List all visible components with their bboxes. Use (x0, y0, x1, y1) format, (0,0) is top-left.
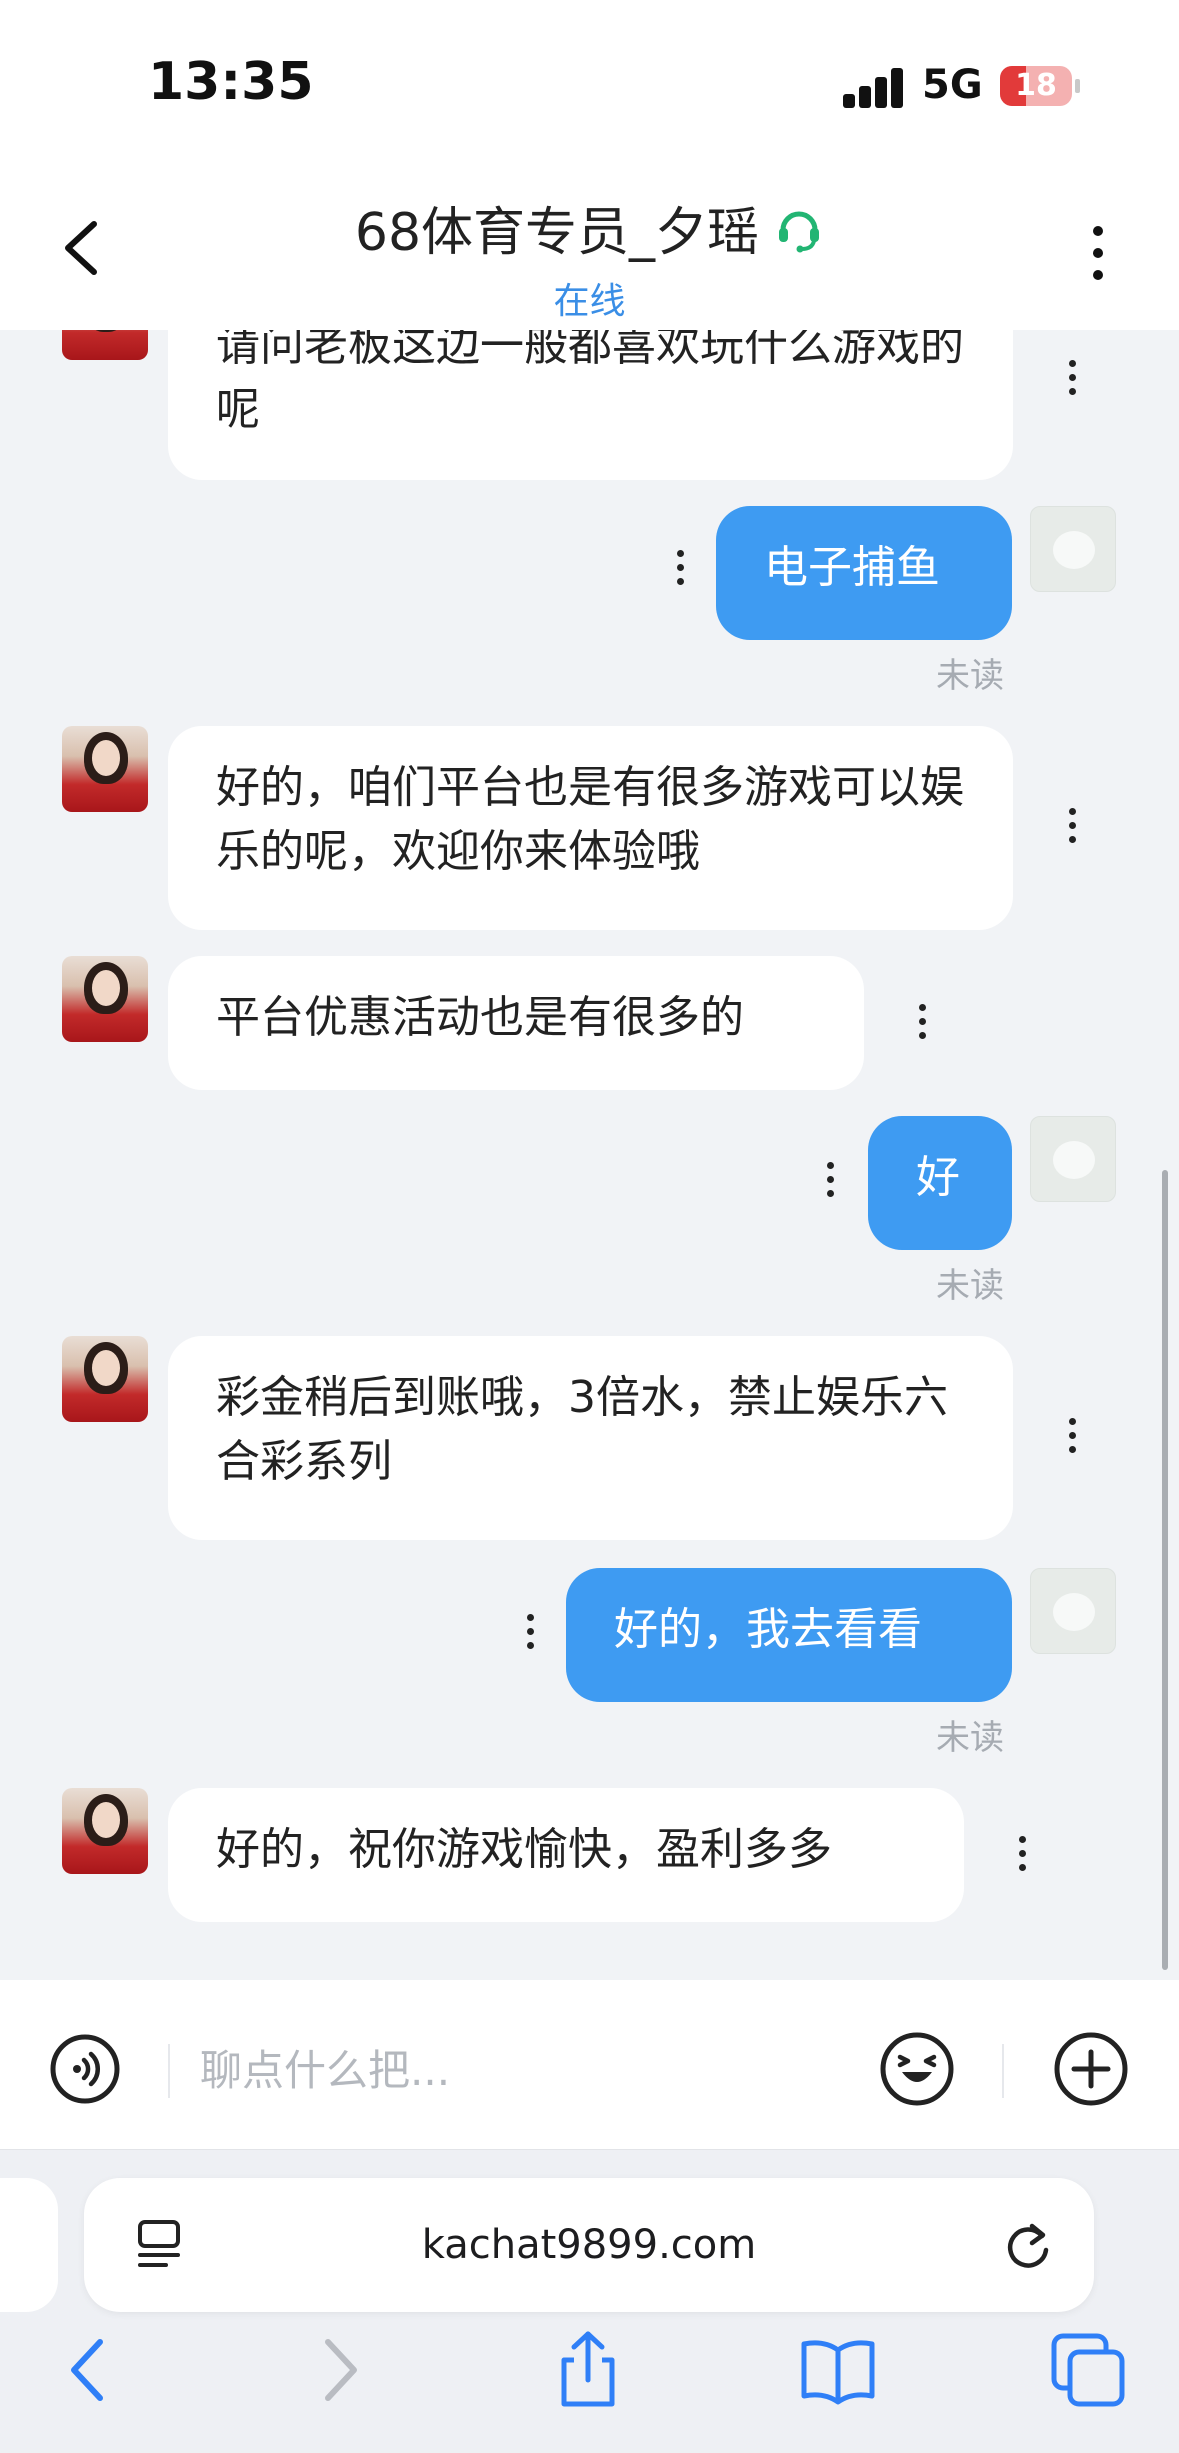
emoji-icon (880, 2032, 954, 2106)
scrollbar[interactable] (1162, 1170, 1168, 1970)
online-status: 在线 (553, 281, 626, 322)
agent-avatar[interactable] (62, 1336, 148, 1422)
message-bubble-incoming[interactable]: 好的，祝你游戏愉快，盈利多多 (168, 1788, 964, 1922)
browser-back-button[interactable] (48, 2330, 128, 2410)
tabs-icon (1051, 2333, 1125, 2407)
message-list[interactable]: 请问老板这边一般都喜欢玩什么游戏的呢 电子捕鱼 未读 好的，咱们平台也是有很多游… (0, 330, 1179, 1980)
message-bubble-incoming[interactable]: 平台优惠活动也是有很多的 (168, 956, 864, 1090)
agent-avatar[interactable] (62, 956, 148, 1042)
browser-toolbar: kachat9899.com (0, 2150, 1179, 2453)
bookmarks-button[interactable] (798, 2330, 878, 2410)
plus-icon (1054, 2032, 1128, 2106)
add-button[interactable] (1054, 2032, 1128, 2106)
message-bubble-incoming[interactable]: 请问老板这边一般都喜欢玩什么游戏的呢 (168, 330, 1013, 480)
read-status: 未读 (936, 656, 1004, 696)
divider (1002, 2044, 1004, 2098)
browser-nav (0, 2330, 1179, 2450)
reload-button[interactable] (1002, 2218, 1054, 2274)
more-icon (1078, 226, 1118, 280)
voice-icon (50, 2034, 120, 2104)
message-more-icon[interactable] (1016, 1836, 1028, 1876)
my-avatar[interactable] (1030, 506, 1116, 592)
read-status: 未读 (936, 1266, 1004, 1306)
my-avatar[interactable] (1030, 1116, 1116, 1202)
message-more-icon[interactable] (824, 1162, 836, 1202)
status-time: 13:35 (148, 52, 314, 112)
message-more-icon[interactable] (1066, 808, 1078, 848)
message-bubble-outgoing[interactable]: 好的，我去看看 (566, 1568, 1012, 1702)
battery-icon: 18 (1000, 66, 1080, 106)
message-more-icon[interactable] (1066, 1418, 1078, 1458)
battery-level: 18 (1015, 68, 1057, 103)
message-bubble-outgoing[interactable]: 好 (868, 1116, 1012, 1250)
title-row: 68体育专员_夕瑶 (0, 190, 1179, 265)
chat-header: 68体育专员_夕瑶 在线 (0, 170, 1179, 330)
share-button[interactable] (548, 2330, 628, 2410)
agent-avatar[interactable] (62, 330, 148, 360)
message-bubble-outgoing[interactable]: 电子捕鱼 (716, 506, 1012, 640)
emoji-button[interactable] (880, 2032, 954, 2106)
bookmarks-icon (801, 2340, 875, 2405)
agent-avatar[interactable] (62, 726, 148, 812)
reload-icon (1007, 2223, 1049, 2268)
message-more-icon[interactable] (916, 1004, 928, 1044)
url-text: kachat9899.com (421, 2222, 757, 2268)
address-bar[interactable]: kachat9899.com (84, 2178, 1094, 2312)
signal-icon (843, 66, 905, 108)
message-more-icon[interactable] (1066, 360, 1078, 400)
message-bubble-incoming[interactable]: 好的，咱们平台也是有很多游戏可以娱乐的呢，欢迎你来体验哦 (168, 726, 1013, 930)
agent-avatar[interactable] (62, 1788, 148, 1874)
message-bubble-incoming[interactable]: 彩金稍后到账哦，3倍水，禁止娱乐六合彩系列 (168, 1336, 1013, 1540)
message-more-icon[interactable] (524, 1614, 536, 1654)
status-bar: 13:35 5G 18 (0, 0, 1179, 170)
share-icon (561, 2331, 615, 2407)
composer-bar (0, 1980, 1179, 2150)
browser-back-icon (71, 2339, 103, 2401)
previous-tab[interactable] (0, 2178, 58, 2312)
tabs-button[interactable] (1048, 2330, 1128, 2410)
my-avatar[interactable] (1030, 1568, 1116, 1654)
browser-forward-icon (325, 2339, 357, 2401)
divider (168, 2044, 170, 2098)
network-type: 5G (922, 62, 983, 108)
message-input[interactable] (200, 2030, 840, 2110)
page-title: 68体育专员_夕瑶 (354, 203, 760, 263)
headset-icon (779, 211, 820, 252)
more-button[interactable] (1078, 226, 1118, 306)
voice-button[interactable] (50, 2034, 120, 2104)
message-more-icon[interactable] (674, 550, 686, 590)
browser-forward-button[interactable] (300, 2330, 380, 2410)
read-status: 未读 (936, 1718, 1004, 1758)
